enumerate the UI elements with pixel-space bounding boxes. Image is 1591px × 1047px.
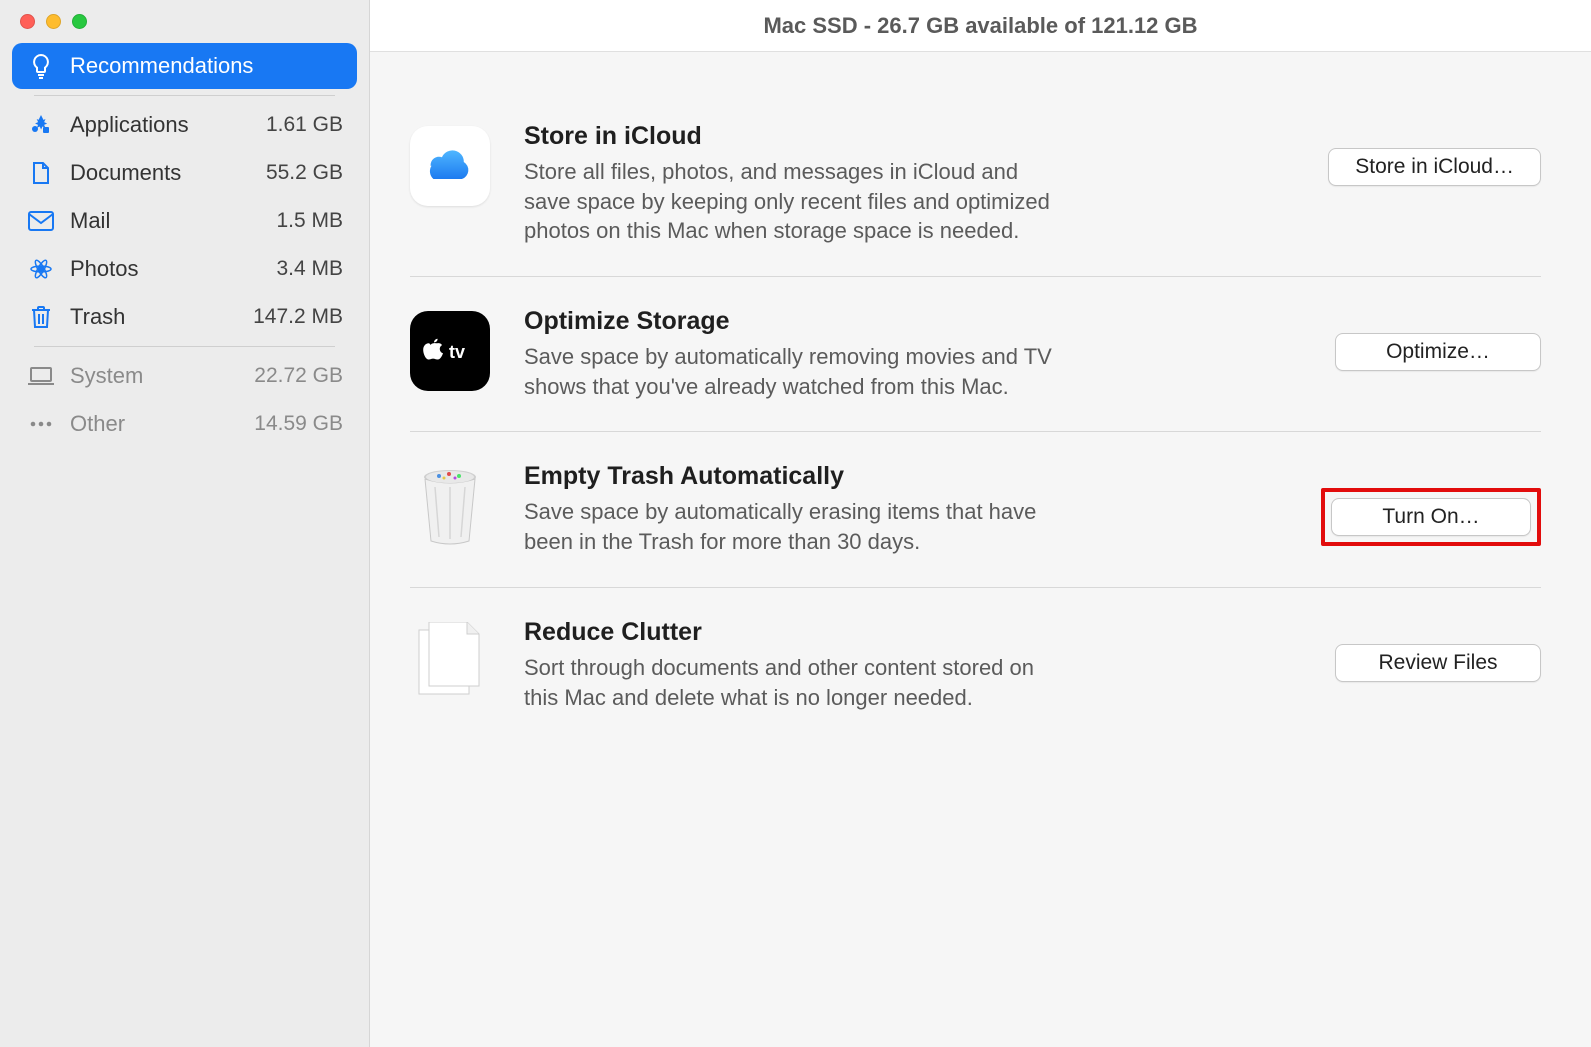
store-in-icloud-button[interactable]: Store in iCloud…: [1328, 148, 1541, 186]
sidebar: Recommendations Applications 1.61 GB Doc…: [0, 0, 370, 1047]
close-window-button[interactable]: [20, 14, 35, 29]
sidebar-item-label: Other: [70, 411, 238, 437]
apple-tv-icon: tv: [410, 311, 490, 391]
sidebar-item-size: 1.61 GB: [266, 113, 343, 137]
sidebar-item-applications[interactable]: Applications 1.61 GB: [12, 102, 357, 148]
envelope-icon: [28, 211, 54, 231]
rec-title: Reduce Clutter: [524, 618, 1271, 647]
rec-store-in-icloud: Store in iCloud Store all files, photos,…: [410, 92, 1541, 276]
ellipsis-icon: [28, 420, 54, 428]
window-title: Mac SSD - 26.7 GB available of 121.12 GB: [370, 0, 1591, 52]
rec-description: Save space by automatically removing mov…: [524, 342, 1064, 401]
rec-title: Store in iCloud: [524, 122, 1264, 151]
optimize-button[interactable]: Optimize…: [1335, 333, 1541, 371]
sidebar-divider: [34, 346, 335, 347]
lightbulb-icon: [28, 53, 54, 79]
document-icon: [28, 161, 54, 185]
turn-on-button[interactable]: Turn On…: [1331, 498, 1531, 536]
sidebar-item-documents[interactable]: Documents 55.2 GB: [12, 150, 357, 196]
sidebar-item-label: Applications: [70, 112, 250, 138]
content-area: Mac SSD - 26.7 GB available of 121.12 GB…: [370, 0, 1591, 1047]
zoom-window-button[interactable]: [72, 14, 87, 29]
svg-text:tv: tv: [449, 342, 465, 362]
applications-icon: [28, 113, 54, 137]
sidebar-divider: [34, 95, 335, 96]
photos-icon: [28, 257, 54, 281]
sidebar-item-label: Photos: [70, 256, 260, 282]
trash-icon: [28, 305, 54, 329]
window-controls: [0, 0, 369, 43]
rec-description: Store all files, photos, and messages in…: [524, 157, 1064, 246]
trash-full-icon: [410, 466, 490, 546]
sidebar-item-trash[interactable]: Trash 147.2 MB: [12, 294, 357, 340]
icloud-icon: [410, 126, 490, 206]
rec-reduce-clutter: Reduce Clutter Sort through documents an…: [410, 587, 1541, 742]
rec-title: Optimize Storage: [524, 307, 1271, 336]
minimize-window-button[interactable]: [46, 14, 61, 29]
title-text: Mac SSD - 26.7 GB available of 121.12 GB: [763, 13, 1197, 39]
sidebar-item-system[interactable]: System 22.72 GB: [12, 353, 357, 399]
review-files-button[interactable]: Review Files: [1335, 644, 1541, 682]
laptop-icon: [28, 367, 54, 385]
sidebar-item-mail[interactable]: Mail 1.5 MB: [12, 198, 357, 244]
sidebar-item-size: 147.2 MB: [253, 305, 343, 329]
sidebar-item-photos[interactable]: Photos 3.4 MB: [12, 246, 357, 292]
sidebar-item-label: Documents: [70, 160, 250, 186]
sidebar-item-label: Trash: [70, 304, 237, 330]
sidebar-item-size: 55.2 GB: [266, 161, 343, 185]
rec-description: Sort through documents and other content…: [524, 653, 1064, 712]
rec-empty-trash: Empty Trash Automatically Save space by …: [410, 431, 1541, 586]
sidebar-item-other[interactable]: Other 14.59 GB: [12, 401, 357, 447]
sidebar-item-size: 3.4 MB: [276, 257, 343, 281]
sidebar-item-recommendations[interactable]: Recommendations: [12, 43, 357, 89]
rec-optimize-storage: tv Optimize Storage Save space by automa…: [410, 276, 1541, 431]
sidebar-item-label: Recommendations: [70, 53, 343, 79]
sidebar-item-size: 22.72 GB: [254, 364, 343, 388]
highlight-annotation: Turn On…: [1321, 488, 1541, 546]
rec-description: Save space by automatically erasing item…: [524, 497, 1064, 556]
sidebar-item-label: System: [70, 363, 238, 389]
sidebar-item-size: 14.59 GB: [254, 412, 343, 436]
documents-stack-icon: [410, 622, 490, 702]
sidebar-item-size: 1.5 MB: [276, 209, 343, 233]
rec-title: Empty Trash Automatically: [524, 462, 1257, 491]
sidebar-item-label: Mail: [70, 208, 260, 234]
recommendations-panel: Store in iCloud Store all files, photos,…: [370, 52, 1591, 1047]
